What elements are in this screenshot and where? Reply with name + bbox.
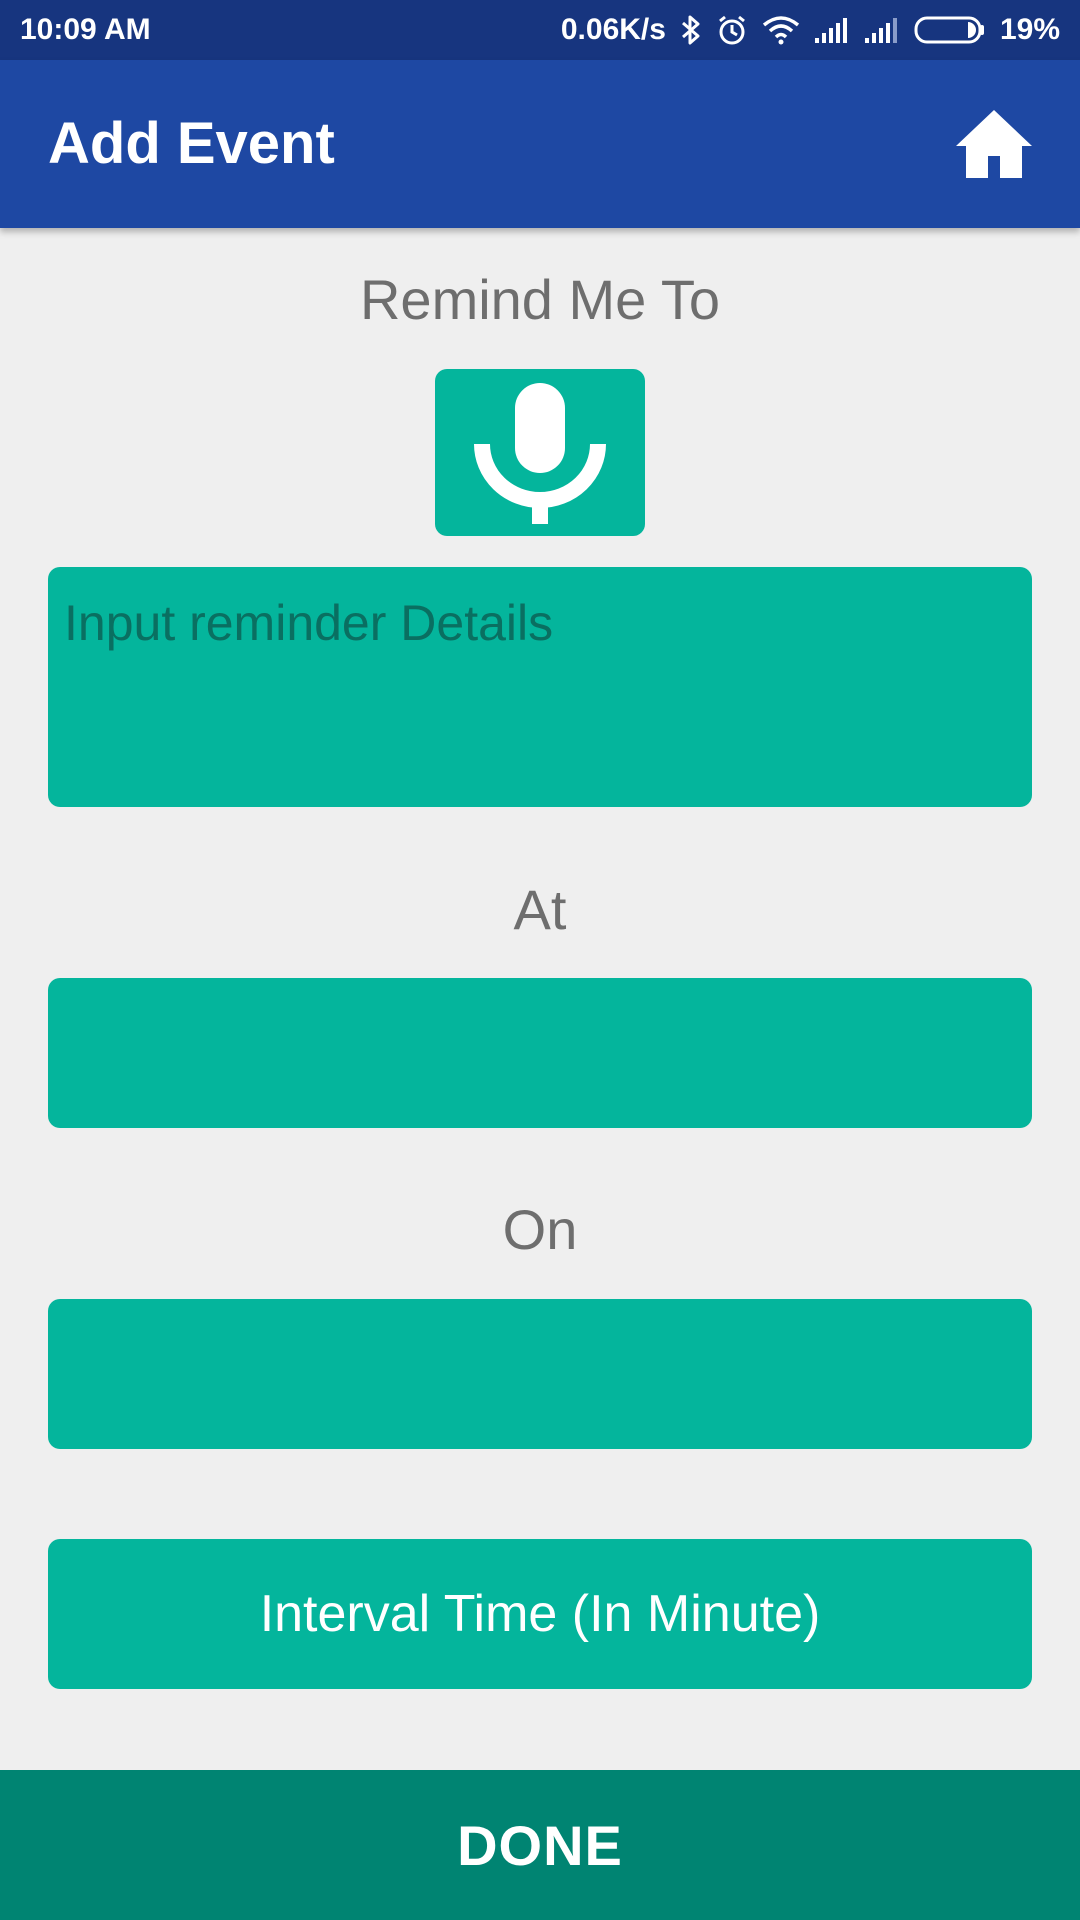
signal-icon xyxy=(864,16,900,44)
bluetooth-icon xyxy=(680,14,702,46)
battery-level: 19% xyxy=(999,13,1060,46)
interval-time-button[interactable]: Interval Time (In Minute) xyxy=(48,1539,1032,1689)
remind-label: Remind Me To xyxy=(359,268,720,331)
wifi-icon xyxy=(762,15,800,45)
reminder-details-input[interactable]: Input reminder Details xyxy=(48,567,1032,807)
reminder-details-placeholder: Input reminder Details xyxy=(64,595,554,651)
done-button[interactable]: DONE xyxy=(0,1770,1080,1920)
home-icon xyxy=(952,110,1036,188)
status-icons: 0.06K/s 19% xyxy=(561,12,1060,48)
home-button[interactable] xyxy=(952,104,1036,184)
status-bar: 10:09 AM 0.06K/s 19% xyxy=(0,0,1080,60)
interval-time-label: Interval Time (In Minute) xyxy=(259,1585,821,1643)
network-speed: 0.06K/s xyxy=(560,13,666,46)
date-picker-field[interactable] xyxy=(48,1299,1032,1449)
page-title: Add Event xyxy=(48,111,335,176)
add-event-screen: 10:09 AM 0.06K/s 19% Add Event Remind Me… xyxy=(0,0,1080,1920)
alarm-icon xyxy=(716,14,748,46)
voice-input-button[interactable] xyxy=(435,369,645,536)
on-label: On xyxy=(502,1198,578,1261)
status-time: 10:09 AM xyxy=(20,13,151,46)
battery-icon xyxy=(914,15,986,45)
signal-icon xyxy=(814,16,850,44)
done-label: DONE xyxy=(457,1813,623,1877)
time-picker-field[interactable] xyxy=(48,978,1032,1128)
at-label: At xyxy=(513,878,567,941)
app-bar: Add Event xyxy=(0,60,1080,228)
